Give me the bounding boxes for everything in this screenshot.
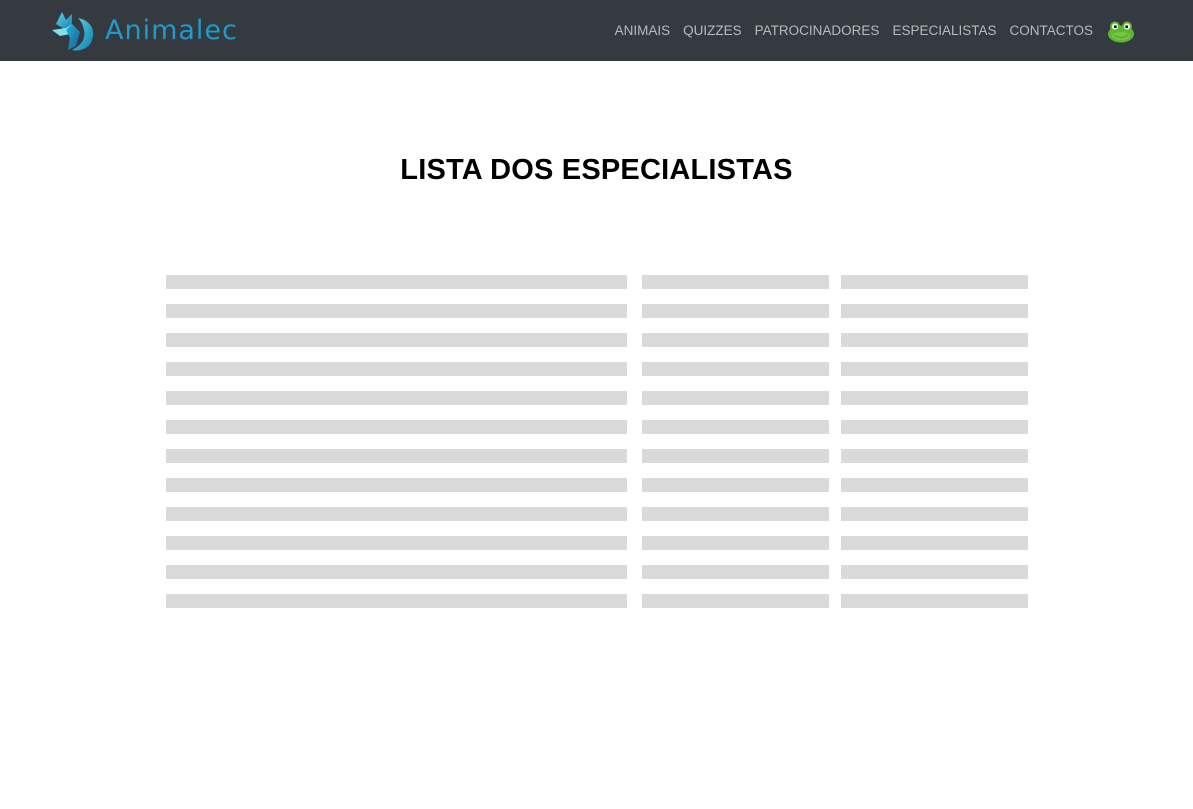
table-row <box>166 304 1028 318</box>
placeholder-cell <box>642 449 829 463</box>
placeholder-cell <box>166 594 627 608</box>
placeholder-cell <box>166 565 627 579</box>
placeholder-cell <box>642 507 829 521</box>
placeholder-cell <box>166 362 627 376</box>
brand-name: Animalec <box>105 14 238 46</box>
navbar: Animalec ANIMAIS QUIZZES PATROCINADORES … <box>0 0 1193 61</box>
placeholder-cell <box>841 449 1028 463</box>
placeholder-cell <box>642 333 829 347</box>
table-row <box>166 594 1028 608</box>
placeholder-cell <box>642 536 829 550</box>
placeholder-cell <box>841 507 1028 521</box>
table-row <box>166 565 1028 579</box>
nav-item-animais[interactable]: ANIMAIS <box>615 23 671 38</box>
placeholder-cell <box>166 536 627 550</box>
specialists-table-skeleton <box>166 275 1028 623</box>
table-row <box>166 275 1028 289</box>
placeholder-cell <box>642 594 829 608</box>
placeholder-cell <box>642 478 829 492</box>
page-title: LISTA DOS ESPECIALISTAS <box>400 154 793 186</box>
placeholder-cell <box>841 565 1028 579</box>
brand-link[interactable]: Animalec <box>50 9 238 53</box>
fox-logo-icon <box>52 12 94 51</box>
placeholder-cell <box>841 536 1028 550</box>
placeholder-cell <box>166 478 627 492</box>
table-row <box>166 362 1028 376</box>
placeholder-cell <box>642 391 829 405</box>
placeholder-cell <box>841 420 1028 434</box>
placeholder-cell <box>642 362 829 376</box>
placeholder-cell <box>841 478 1028 492</box>
placeholder-cell <box>841 275 1028 289</box>
table-row <box>166 391 1028 405</box>
nav-item-especialistas[interactable]: ESPECIALISTAS <box>892 23 996 38</box>
table-row <box>166 536 1028 550</box>
placeholder-cell <box>166 275 627 289</box>
placeholder-cell <box>642 420 829 434</box>
placeholder-cell <box>642 275 829 289</box>
placeholder-cell <box>841 594 1028 608</box>
table-row <box>166 507 1028 521</box>
main-nav: ANIMAIS QUIZZES PATROCINADORES ESPECIALI… <box>615 0 1135 61</box>
table-row <box>166 420 1028 434</box>
table-row <box>166 478 1028 492</box>
table-row <box>166 449 1028 463</box>
table-row <box>166 333 1028 347</box>
placeholder-cell <box>166 507 627 521</box>
placeholder-cell <box>166 333 627 347</box>
placeholder-cell <box>642 304 829 318</box>
placeholder-cell <box>841 362 1028 376</box>
placeholder-cell <box>166 391 627 405</box>
placeholder-cell <box>166 420 627 434</box>
placeholder-cell <box>841 333 1028 347</box>
frog-avatar-icon[interactable] <box>1107 19 1135 43</box>
nav-item-contactos[interactable]: CONTACTOS <box>1009 23 1093 38</box>
placeholder-cell <box>642 565 829 579</box>
nav-item-quizzes[interactable]: QUIZZES <box>683 23 742 38</box>
placeholder-cell <box>841 391 1028 405</box>
placeholder-cell <box>166 449 627 463</box>
placeholder-cell <box>166 304 627 318</box>
placeholder-cell <box>841 304 1028 318</box>
nav-item-patrocinadores[interactable]: PATROCINADORES <box>755 23 880 38</box>
